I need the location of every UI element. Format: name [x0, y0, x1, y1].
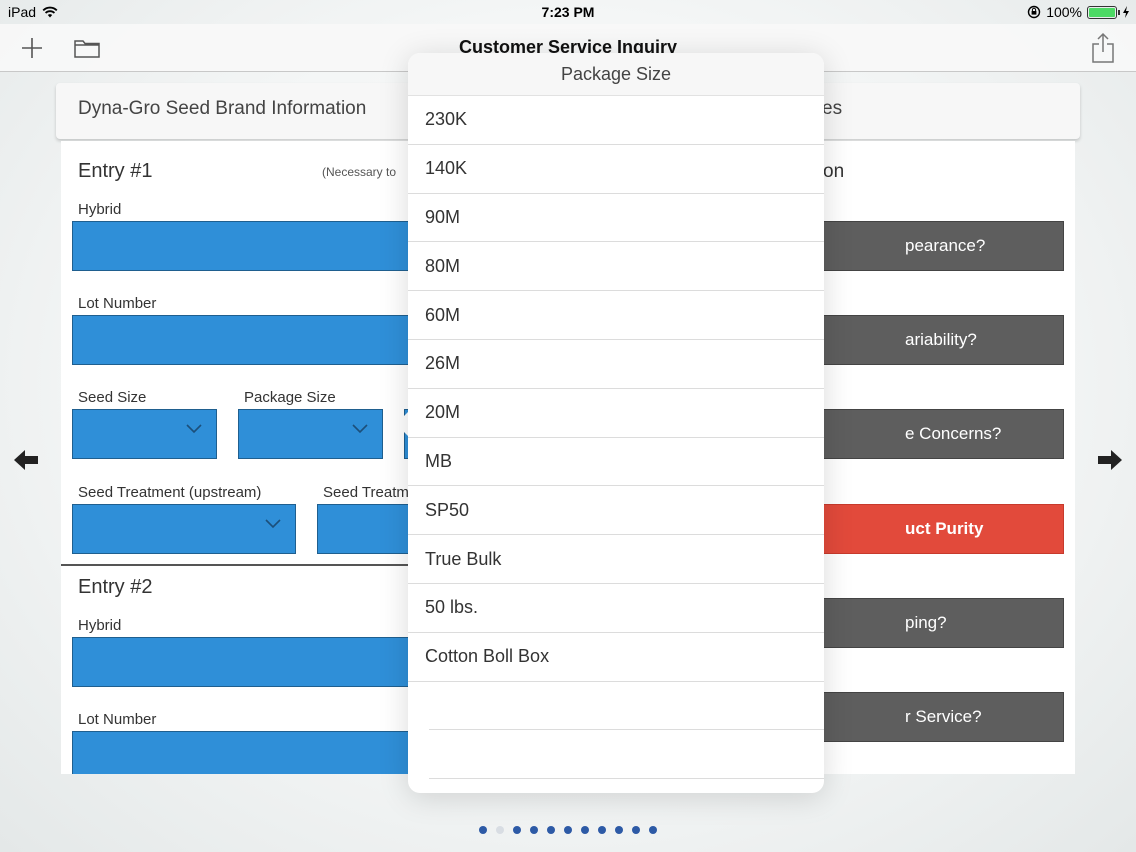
lot-number-label-2: Lot Number [78, 711, 157, 728]
option-90m[interactable]: 90M [408, 194, 824, 243]
option-list: 230K 140K 90M 80M 60M 26M 20M MB SP50 Tr… [408, 96, 824, 780]
chevron-down-icon [352, 424, 368, 434]
battery-fill [1089, 7, 1115, 17]
option-20m[interactable]: 20M [408, 389, 824, 438]
status-time: 7:23 PM [541, 4, 595, 20]
option-mb[interactable]: MB [408, 438, 824, 487]
option-true-bulk[interactable]: True Bulk [408, 535, 824, 584]
seed-treatment-2-label: Seed Treatm [323, 484, 409, 501]
seed-size-label: Seed Size [78, 389, 147, 406]
page-dot[interactable] [598, 826, 606, 834]
charging-icon [1123, 6, 1129, 18]
hybrid-input[interactable] [72, 221, 409, 271]
status-bar: iPad 7:23 PM 100% [0, 0, 1136, 24]
page-dot[interactable] [513, 826, 521, 834]
entry-1-note: (Necessary to [322, 165, 397, 179]
option-cotton-boll-box[interactable]: Cotton Boll Box [408, 633, 824, 682]
page-dot[interactable] [530, 826, 538, 834]
seed-treatment-select[interactable] [72, 504, 296, 554]
button-label: ariability? [905, 330, 977, 349]
package-size-select[interactable] [238, 409, 383, 459]
appearance-button[interactable]: pearance? [823, 221, 1064, 271]
button-label: uct Purity [905, 519, 984, 538]
option-sp50[interactable]: SP50 [408, 486, 824, 536]
button-label: e Concerns? [905, 424, 1002, 443]
entry-divider [61, 564, 409, 566]
lot-number-label: Lot Number [78, 295, 157, 312]
page-dot[interactable] [615, 826, 623, 834]
option-60m[interactable]: 60M [408, 291, 824, 340]
seed-treatment-label: Seed Treatment (upstream) [78, 484, 262, 501]
option-230k[interactable]: 230K [408, 96, 824, 145]
package-size-popover: Package Size 230K 140K 90M 80M 60M 26M 2… [408, 53, 824, 793]
seed-size-select[interactable] [72, 409, 217, 459]
entries-panel: Entry #1 (Necessary to Hybrid Lot Number… [61, 141, 409, 774]
lot-number-input[interactable] [72, 315, 409, 365]
hybrid-input-2[interactable] [72, 637, 409, 687]
button-label: r Service? [905, 707, 982, 726]
hybrid-label-2: Hybrid [78, 617, 122, 634]
product-purity-button[interactable]: uct Purity [823, 504, 1064, 554]
seed-treatment-2-select[interactable] [317, 504, 409, 554]
chevron-down-icon [186, 424, 202, 434]
button-label: ping? [905, 613, 947, 632]
shipping-button[interactable]: ping? [823, 598, 1064, 648]
hybrid-label: Hybrid [78, 201, 122, 218]
customer-service-button[interactable]: r Service? [823, 692, 1064, 742]
popover-title: Package Size [408, 53, 824, 96]
battery-percent: 100% [1046, 4, 1082, 20]
arrow-right-icon[interactable] [1097, 449, 1123, 471]
page-dot[interactable] [479, 826, 487, 834]
variability-button[interactable]: ariability? [823, 315, 1064, 365]
page-indicator[interactable] [0, 826, 1136, 834]
questions-heading: on [823, 161, 845, 182]
battery-icon [1087, 5, 1120, 19]
page-dot[interactable] [564, 826, 572, 834]
option-80m[interactable]: 80M [408, 242, 824, 292]
section-title-right[interactable]: es [822, 98, 842, 120]
questions-panel: on pearance? ariability? e Concerns? uct… [823, 141, 1075, 774]
arrow-left-icon[interactable] [13, 449, 39, 471]
button-label: pearance? [905, 236, 986, 255]
option-140k[interactable]: 140K [408, 145, 824, 194]
entry-2-title: Entry #2 [78, 576, 153, 598]
option-50-lbs[interactable]: 50 lbs. [408, 584, 824, 633]
package-size-label: Package Size [244, 389, 336, 406]
page-dot[interactable] [496, 826, 504, 834]
option-26m[interactable]: 26M [408, 340, 824, 389]
orientation-lock-icon [1027, 5, 1041, 19]
page-dot[interactable] [649, 826, 657, 834]
chevron-down-icon [265, 519, 281, 529]
page-dot[interactable] [581, 826, 589, 834]
share-icon[interactable] [1087, 32, 1119, 64]
page-dot[interactable] [547, 826, 555, 834]
section-title-left[interactable]: Dyna-Gro Seed Brand Information [78, 98, 366, 120]
lot-number-input-2[interactable] [72, 731, 409, 774]
page-dot[interactable] [632, 826, 640, 834]
popover-arrow [396, 412, 408, 436]
empty-row [429, 730, 824, 780]
empty-row [429, 682, 824, 731]
entry-1-title: Entry #1 [78, 160, 153, 182]
concerns-button[interactable]: e Concerns? [823, 409, 1064, 459]
